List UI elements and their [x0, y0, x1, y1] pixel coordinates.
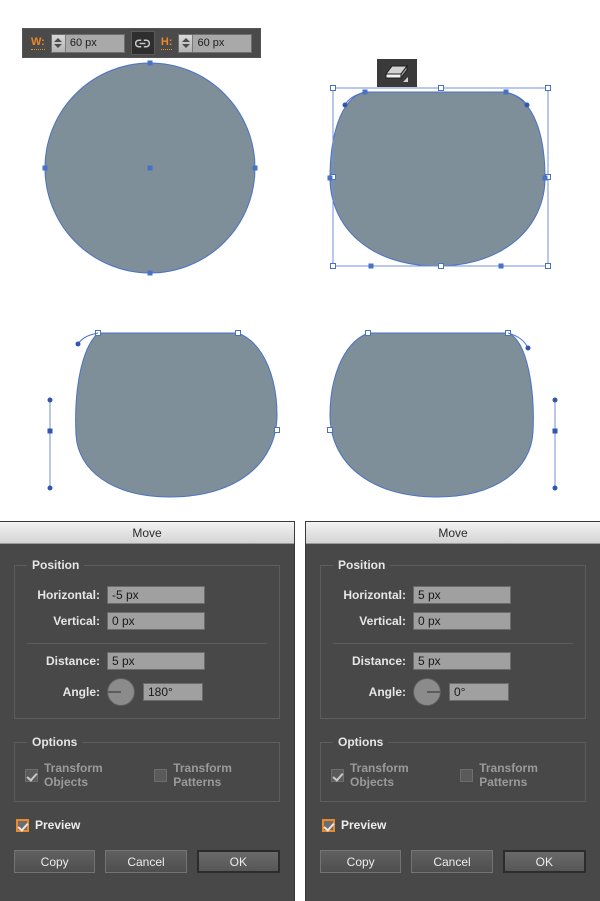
width-input[interactable]: 60 px — [65, 34, 124, 52]
options-checkbox-row: Transform Objects Transform Patterns — [25, 761, 269, 789]
dialog-button-row: Copy Cancel OK — [320, 850, 586, 873]
dialog-button-row: Copy Cancel OK — [14, 850, 280, 873]
eraser-icon — [385, 64, 408, 82]
horizontal-label: Horizontal: — [37, 588, 100, 602]
distance-label: Distance: — [351, 654, 406, 668]
dialog-body: Position Horizontal: 5 px Vertical: 0 px… — [306, 544, 600, 873]
vertical-input[interactable]: 0 px — [107, 612, 205, 630]
vertical-row: Vertical: 0 px — [25, 612, 269, 630]
transform-patterns-checkbox[interactable]: Transform Patterns — [460, 761, 575, 789]
dialog-title: Move — [438, 525, 468, 540]
preview-row: Preview — [322, 818, 586, 832]
angle-row: Angle: 0° — [331, 678, 575, 706]
chain-link-icon — [135, 38, 151, 48]
circle-shape — [42, 60, 258, 276]
distance-label: Distance: — [45, 654, 100, 668]
chevron-up-icon[interactable] — [54, 38, 63, 42]
preview-row: Preview — [16, 818, 280, 832]
checkbox-unchecked-icon — [154, 768, 168, 782]
options-group-label: Options — [338, 735, 384, 749]
position-divider — [27, 643, 267, 644]
checkbox-checked-icon — [331, 768, 344, 782]
options-group: Options Transform Objects Transform Patt… — [14, 735, 280, 802]
copy-button[interactable]: Copy — [320, 850, 402, 873]
position-divider — [333, 643, 573, 644]
position-group-label: Position — [32, 558, 80, 572]
position-group: Position Horizontal: -5 px Vertical: 0 p… — [14, 558, 280, 719]
cancel-button[interactable]: Cancel — [411, 850, 493, 873]
ok-button[interactable]: OK — [196, 850, 280, 873]
horizontal-row: Horizontal: -5 px — [25, 586, 269, 604]
checkbox-checked-icon — [16, 818, 29, 832]
move-dialog-left: Move Position Horizontal: -5 px Vertical… — [0, 522, 294, 901]
angle-row: Angle: 180° — [25, 678, 269, 706]
ok-button[interactable]: OK — [502, 850, 586, 873]
cancel-button[interactable]: Cancel — [105, 850, 187, 873]
shape-left-handle — [47, 330, 280, 498]
flattened-top-shape-selected — [327, 85, 551, 269]
chevron-up-icon[interactable] — [181, 38, 190, 42]
preview-label: Preview — [341, 818, 387, 832]
distance-row: Distance: 5 px — [25, 652, 269, 670]
height-stepper[interactable]: 60 px — [178, 33, 253, 53]
width-spin-arrows[interactable] — [51, 34, 66, 52]
width-stepper[interactable]: 60 px — [50, 33, 125, 53]
transform-patterns-label: Transform Patterns — [173, 761, 232, 789]
options-group: Options Transform Objects Transform Patt… — [320, 735, 586, 802]
dialog-titlebar[interactable]: Move — [306, 522, 600, 544]
angle-dial[interactable] — [107, 678, 135, 706]
transform-toolbar: W: 60 px H: 60 px — [22, 28, 262, 58]
angle-dial[interactable] — [413, 678, 441, 706]
dialog-titlebar[interactable]: Move — [0, 522, 294, 544]
position-group: Position Horizontal: 5 px Vertical: 0 px… — [320, 558, 586, 719]
transform-patterns-checkbox[interactable]: Transform Patterns — [154, 761, 269, 789]
position-group-label: Position — [338, 558, 386, 572]
chevron-down-icon[interactable] — [54, 44, 63, 48]
checkbox-checked-icon — [25, 768, 38, 782]
angle-input[interactable]: 0° — [449, 683, 509, 701]
vertical-input[interactable]: 0 px — [413, 612, 511, 630]
copy-button[interactable]: Copy — [14, 850, 96, 873]
transform-objects-label: Transform Objects — [350, 761, 409, 789]
angle-label: Angle: — [62, 685, 100, 699]
horizontal-input[interactable]: -5 px — [107, 586, 205, 604]
shape-right-handle — [327, 330, 558, 498]
horizontal-row: Horizontal: 5 px — [331, 586, 575, 604]
distance-input[interactable]: 5 px — [107, 652, 205, 670]
angle-needle-icon — [108, 691, 121, 693]
link-dimensions-toggle[interactable] — [130, 31, 155, 55]
preview-checkbox[interactable]: Preview — [322, 818, 586, 832]
height-input[interactable]: 60 px — [193, 34, 252, 52]
vertical-row: Vertical: 0 px — [331, 612, 575, 630]
chevron-down-icon[interactable] — [181, 44, 190, 48]
options-checkbox-row: Transform Objects Transform Patterns — [331, 761, 575, 789]
vertical-label: Vertical: — [359, 614, 406, 628]
transform-objects-checkbox[interactable]: Transform Objects — [331, 761, 442, 789]
transform-objects-checkbox[interactable]: Transform Objects — [25, 761, 136, 789]
options-group-label: Options — [32, 735, 78, 749]
angle-label: Angle: — [368, 685, 406, 699]
transform-objects-label: Transform Objects — [44, 761, 103, 789]
move-dialog-right: Move Position Horizontal: 5 px Vertical:… — [306, 522, 600, 901]
eraser-tool-badge[interactable] — [377, 59, 417, 87]
checkbox-unchecked-icon — [460, 768, 474, 782]
height-spin-arrows[interactable] — [179, 34, 194, 52]
horizontal-label: Horizontal: — [343, 588, 406, 602]
distance-input[interactable]: 5 px — [413, 652, 511, 670]
preview-label: Preview — [35, 818, 81, 832]
height-label: H: — [160, 36, 173, 50]
width-label: W: — [31, 36, 45, 50]
angle-input[interactable]: 180° — [143, 683, 203, 701]
vertical-label: Vertical: — [53, 614, 100, 628]
horizontal-input[interactable]: 5 px — [413, 586, 511, 604]
checkbox-checked-icon — [322, 818, 335, 832]
preview-checkbox[interactable]: Preview — [16, 818, 280, 832]
angle-needle-icon — [427, 691, 440, 693]
dialog-title: Move — [132, 525, 162, 540]
transform-patterns-label: Transform Patterns — [479, 761, 538, 789]
distance-row: Distance: 5 px — [331, 652, 575, 670]
illustrator-canvas — [0, 0, 600, 520]
dialog-body: Position Horizontal: -5 px Vertical: 0 p… — [0, 544, 294, 873]
